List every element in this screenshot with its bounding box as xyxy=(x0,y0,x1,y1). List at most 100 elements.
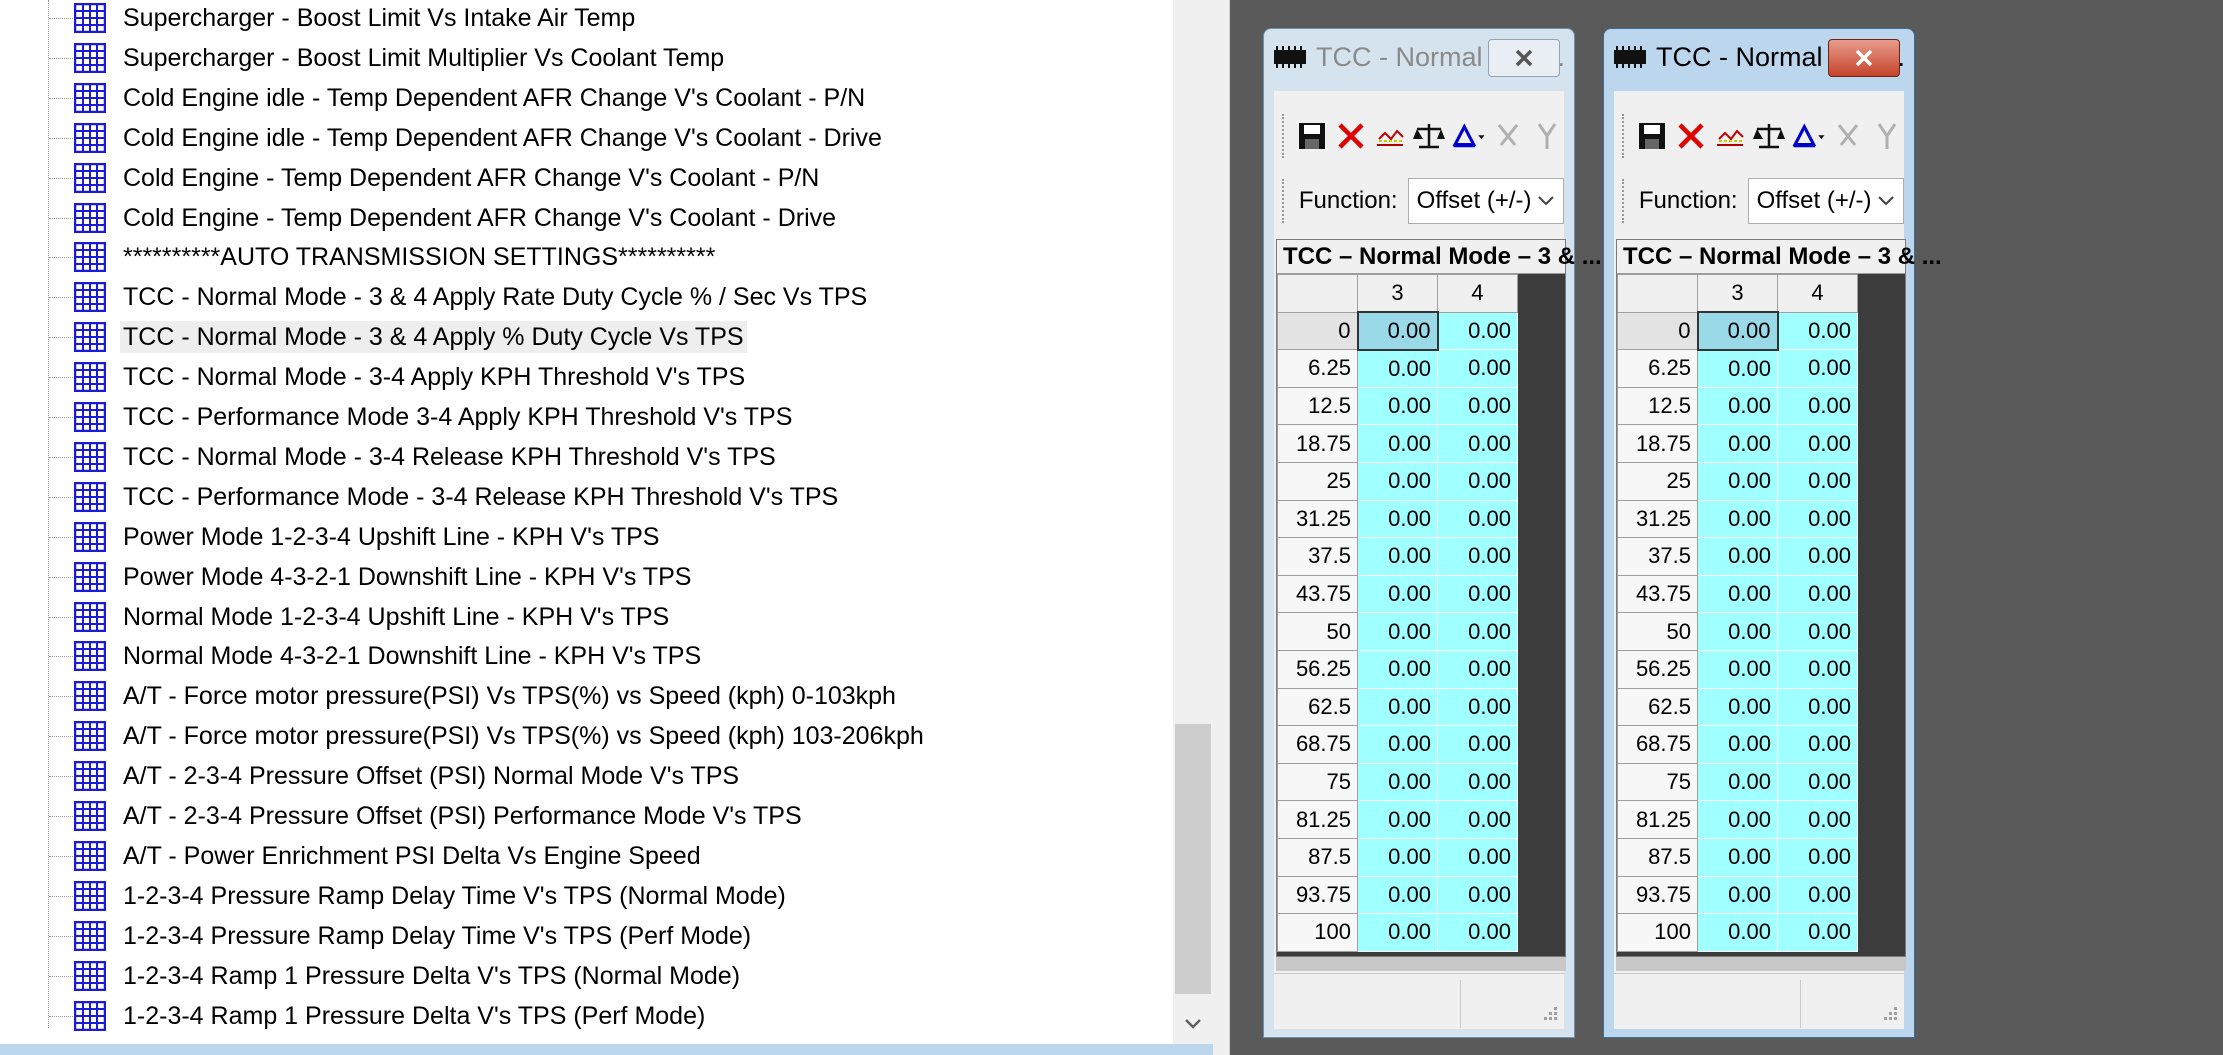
table-cell[interactable]: 0.00 xyxy=(1437,537,1518,576)
tree-item[interactable]: TCC - Normal Mode - 3 & 4 Apply % Duty C… xyxy=(0,317,1170,357)
tree-item[interactable]: 1-2-3-4 Pressure Ramp Delay Time V's TPS… xyxy=(0,916,1170,956)
row-header[interactable]: 6.25 xyxy=(1277,349,1358,388)
table-cell[interactable]: 0.00 xyxy=(1357,687,1438,727)
table-cell[interactable]: 0.00 xyxy=(1697,612,1778,651)
table-cell[interactable]: 0.00 xyxy=(1697,762,1778,802)
table-cell[interactable]: 0.00 xyxy=(1697,424,1778,463)
table-cell[interactable]: 0.00 xyxy=(1437,612,1518,651)
row-header[interactable]: 31.25 xyxy=(1617,499,1698,539)
tree-item[interactable]: A/T - 2-3-4 Pressure Offset (PSI) Perfor… xyxy=(0,796,1170,836)
tree-item[interactable]: TCC - Performance Mode - 3-4 Release KPH… xyxy=(0,477,1170,517)
row-header[interactable]: 25 xyxy=(1617,461,1698,501)
column-header[interactable]: 3 xyxy=(1357,274,1438,313)
table-cell[interactable]: 0.00 xyxy=(1356,311,1439,351)
row-header[interactable]: 50 xyxy=(1277,612,1358,651)
compare-button[interactable] xyxy=(1752,116,1786,156)
table-cell[interactable]: 0.00 xyxy=(1777,837,1858,877)
tree-item[interactable]: Cold Engine - Temp Dependent AFR Change … xyxy=(0,198,1170,238)
row-header[interactable]: 62.5 xyxy=(1277,687,1358,727)
table-cell[interactable]: 0.00 xyxy=(1357,800,1438,839)
tree-item[interactable]: TCC - Normal Mode - 3-4 Release KPH Thre… xyxy=(0,437,1170,477)
table-cell[interactable]: 0.00 xyxy=(1437,837,1518,877)
table-cell[interactable]: 0.00 xyxy=(1697,649,1778,689)
row-header[interactable]: 18.75 xyxy=(1617,424,1698,463)
scrollbar-thumb[interactable] xyxy=(1175,724,1211,994)
row-header[interactable]: 62.5 xyxy=(1617,687,1698,727)
table-cell[interactable]: 0.00 xyxy=(1357,837,1438,877)
tree-item[interactable]: Cold Engine - Temp Dependent AFR Change … xyxy=(0,158,1170,198)
table-cell[interactable]: 0.00 xyxy=(1777,537,1858,576)
graph-button[interactable] xyxy=(1373,116,1406,156)
table-cell[interactable]: 0.00 xyxy=(1437,687,1518,727)
pane-splitter[interactable] xyxy=(1213,0,1230,1055)
row-header[interactable]: 18.75 xyxy=(1277,424,1358,463)
table-cell[interactable]: 0.00 xyxy=(1777,612,1858,651)
table-cell[interactable]: 0.00 xyxy=(1357,762,1438,802)
table-cell[interactable]: 0.00 xyxy=(1697,499,1778,539)
delta-dropdown-button[interactable] xyxy=(1452,116,1486,156)
table-cell[interactable]: 0.00 xyxy=(1437,913,1518,952)
row-header[interactable]: 81.25 xyxy=(1277,800,1358,839)
table-cell[interactable]: 0.00 xyxy=(1697,574,1778,614)
close-button[interactable] xyxy=(1488,39,1560,77)
tree-item[interactable]: 1-2-3-4 Ramp 1 Pressure Delta V's TPS (P… xyxy=(0,996,1170,1036)
table-cell[interactable]: 0.00 xyxy=(1777,800,1858,839)
delete-button[interactable] xyxy=(1334,116,1367,156)
save-button[interactable] xyxy=(1295,116,1328,156)
row-header[interactable]: 68.75 xyxy=(1617,725,1698,764)
y-axis-button[interactable] xyxy=(1531,116,1564,156)
save-button[interactable] xyxy=(1635,116,1668,156)
row-header[interactable]: 93.75 xyxy=(1617,875,1698,915)
grid-hscroll[interactable] xyxy=(1616,957,1906,971)
close-button[interactable] xyxy=(1828,39,1900,77)
delete-button[interactable] xyxy=(1674,116,1707,156)
table-cell[interactable]: 0.00 xyxy=(1777,386,1858,426)
table-cell[interactable]: 0.00 xyxy=(1437,349,1518,388)
tree-item[interactable]: Supercharger - Boost Limit Multiplier Vs… xyxy=(0,38,1170,78)
row-header[interactable]: 43.75 xyxy=(1617,574,1698,614)
table-cell[interactable]: 0.00 xyxy=(1437,311,1518,351)
table-cell[interactable]: 0.00 xyxy=(1437,725,1518,764)
table-cell[interactable]: 0.00 xyxy=(1777,499,1858,539)
row-header[interactable]: 100 xyxy=(1277,913,1358,952)
table-cell[interactable]: 0.00 xyxy=(1437,461,1518,501)
table-editor-window-1[interactable]: TCC - Normal Mod... Function: Offset (+/… xyxy=(1263,28,1602,1038)
tree-view[interactable]: Supercharger - Boost Limit Vs Intake Air… xyxy=(0,0,1213,1044)
column-header[interactable]: 3 xyxy=(1697,274,1778,313)
table-cell[interactable]: 0.00 xyxy=(1437,574,1518,614)
tree-item[interactable]: Power Mode 4-3-2-1 Downshift Line - KPH … xyxy=(0,557,1170,597)
row-header[interactable]: 0 xyxy=(1277,311,1358,351)
table-cell[interactable]: 0.00 xyxy=(1357,537,1438,576)
table-cell[interactable]: 0.00 xyxy=(1437,875,1518,915)
table-cell[interactable]: 0.00 xyxy=(1697,461,1778,501)
table-cell[interactable]: 0.00 xyxy=(1357,612,1438,651)
table-cell[interactable]: 0.00 xyxy=(1777,687,1858,727)
row-header[interactable]: 56.25 xyxy=(1277,649,1358,689)
table-cell[interactable]: 0.00 xyxy=(1437,649,1518,689)
row-header[interactable]: 25 xyxy=(1277,461,1358,501)
table-cell[interactable]: 0.00 xyxy=(1437,424,1518,463)
table-cell[interactable]: 0.00 xyxy=(1777,424,1858,463)
row-header[interactable]: 31.25 xyxy=(1277,499,1358,539)
tree-item[interactable]: Cold Engine idle - Temp Dependent AFR Ch… xyxy=(0,118,1170,158)
table-cell[interactable]: 0.00 xyxy=(1437,386,1518,426)
table-cell[interactable]: 0.00 xyxy=(1357,875,1438,915)
table-cell[interactable]: 0.00 xyxy=(1777,461,1858,501)
row-header[interactable]: 12.5 xyxy=(1277,386,1358,426)
table-cell[interactable]: 0.00 xyxy=(1777,913,1858,952)
table-cell[interactable]: 0.00 xyxy=(1777,349,1858,388)
row-header[interactable]: 12.5 xyxy=(1617,386,1698,426)
tree-item[interactable]: A/T - Force motor pressure(PSI) Vs TPS(%… xyxy=(0,716,1170,756)
table-cell[interactable]: 0.00 xyxy=(1357,649,1438,689)
row-header[interactable]: 6.25 xyxy=(1617,349,1698,388)
table-cell[interactable]: 0.00 xyxy=(1357,349,1438,388)
function-select[interactable]: Offset (+/-) xyxy=(1747,178,1904,224)
table-cell[interactable]: 0.00 xyxy=(1357,499,1438,539)
row-header[interactable]: 37.5 xyxy=(1277,537,1358,576)
tree-item[interactable]: 1-2-3-4 Ramp 1 Pressure Delta V's TPS (N… xyxy=(0,956,1170,996)
column-header[interactable]: 4 xyxy=(1777,274,1858,313)
grid-hscroll[interactable] xyxy=(1276,957,1566,971)
table-cell[interactable]: 0.00 xyxy=(1777,574,1858,614)
table-cell[interactable]: 0.00 xyxy=(1697,875,1778,915)
function-select[interactable]: Offset (+/-) xyxy=(1407,178,1564,224)
